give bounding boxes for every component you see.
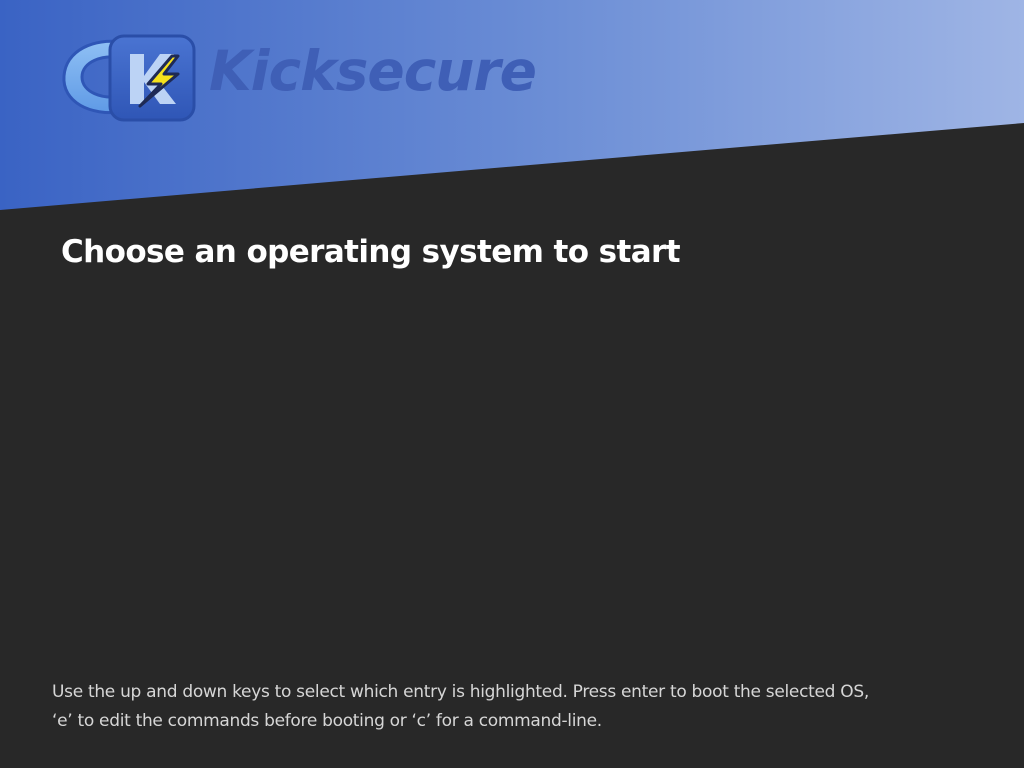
kicksecure-logo-icon — [62, 34, 196, 122]
boot-entry-list[interactable] — [61, 290, 961, 650]
boot-menu-screen: Kicksecure Choose an operating system to… — [0, 0, 1024, 768]
help-text-line-1: Use the up and down keys to select which… — [52, 682, 869, 702]
help-text-line-2: ‘e’ to edit the commands before booting … — [52, 711, 602, 731]
help-text: Use the up and down keys to select which… — [52, 678, 992, 736]
page-title: Choose an operating system to start — [61, 234, 681, 270]
brand-name: Kicksecure — [209, 39, 537, 103]
